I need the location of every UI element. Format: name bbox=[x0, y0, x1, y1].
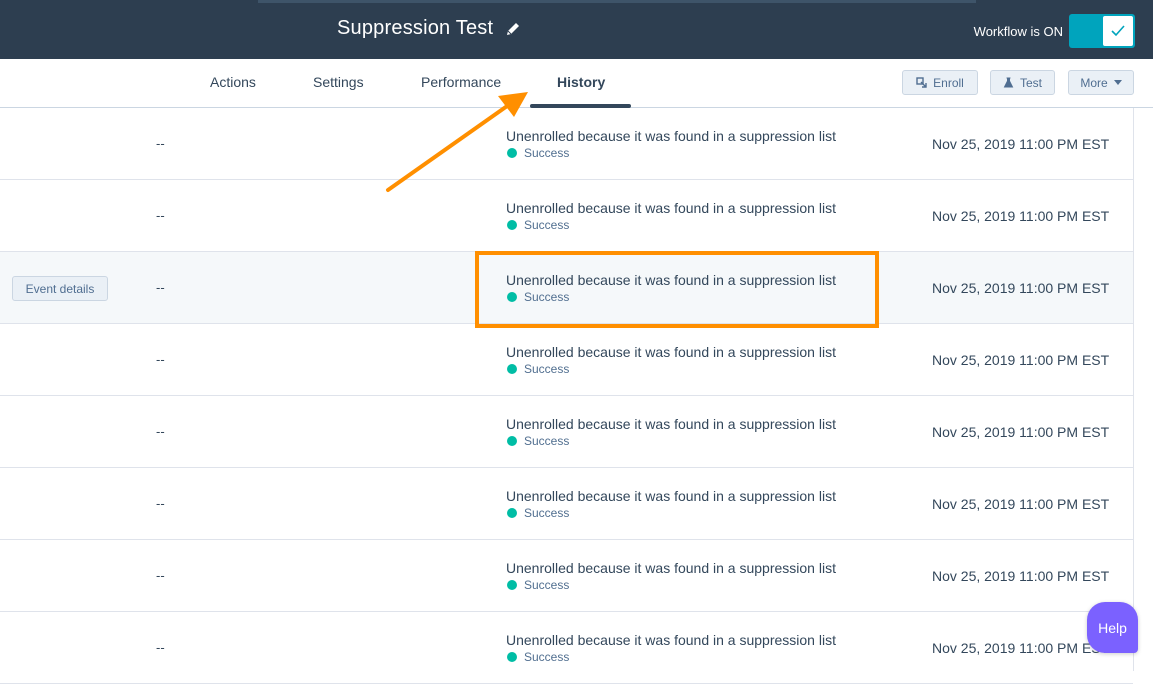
tab-settings[interactable]: Settings bbox=[313, 74, 364, 90]
more-button[interactable]: More bbox=[1068, 70, 1134, 95]
row-message: Unenrolled because it was found in a sup… bbox=[506, 560, 836, 576]
check-icon bbox=[1111, 25, 1125, 37]
scrollbar-track[interactable] bbox=[1133, 108, 1134, 671]
more-label: More bbox=[1080, 75, 1108, 90]
workflow-status-label: Workflow is ON bbox=[973, 23, 1063, 39]
history-row: -- Unenrolled because it was found in a … bbox=[0, 108, 1133, 180]
header-accent-strip bbox=[258, 0, 976, 3]
row-status: Success bbox=[507, 218, 569, 232]
history-row: -- Unenrolled because it was found in a … bbox=[0, 540, 1133, 612]
workflow-title-group: Suppression Test bbox=[337, 17, 521, 40]
row-status: Success bbox=[507, 434, 569, 448]
help-button[interactable]: Help bbox=[1087, 602, 1138, 653]
row-status: Success bbox=[507, 506, 569, 520]
row-placeholder: -- bbox=[156, 352, 165, 367]
row-date: Nov 25, 2019 11:00 PM EST bbox=[932, 280, 1110, 296]
row-status-label: Success bbox=[524, 362, 570, 376]
history-row: -- Unenrolled because it was found in a … bbox=[0, 180, 1133, 252]
tab-history[interactable]: History bbox=[557, 74, 605, 90]
success-dot-icon bbox=[507, 508, 517, 518]
success-dot-icon bbox=[507, 580, 517, 590]
event-details-button[interactable]: Event details bbox=[12, 276, 108, 301]
annotation-highlight-box bbox=[475, 251, 879, 328]
success-dot-icon bbox=[507, 436, 517, 446]
success-dot-icon bbox=[507, 364, 517, 374]
workflow-toggle[interactable] bbox=[1069, 14, 1135, 48]
workflow-title: Suppression Test bbox=[337, 17, 494, 39]
tab-bar: Actions Settings Performance History Enr… bbox=[0, 59, 1153, 108]
row-date: Nov 25, 2019 11:00 PM EST bbox=[932, 568, 1110, 584]
test-button[interactable]: Test bbox=[990, 70, 1055, 95]
row-status-label: Success bbox=[524, 578, 570, 592]
history-list: -- Unenrolled because it was found in a … bbox=[0, 108, 1133, 684]
row-message: Unenrolled because it was found in a sup… bbox=[506, 632, 836, 648]
row-message: Unenrolled because it was found in a sup… bbox=[506, 416, 836, 432]
row-date: Nov 25, 2019 11:00 PM EST bbox=[932, 352, 1110, 368]
flask-icon bbox=[1003, 77, 1014, 88]
row-status-label: Success bbox=[524, 218, 570, 232]
workflow-status-group: Workflow is ON bbox=[974, 14, 1135, 48]
success-dot-icon bbox=[507, 148, 517, 158]
row-status: Success bbox=[507, 650, 569, 664]
row-message: Unenrolled because it was found in a sup… bbox=[506, 200, 836, 216]
row-status: Success bbox=[507, 578, 569, 592]
success-dot-icon bbox=[507, 652, 517, 662]
toggle-knob bbox=[1103, 16, 1133, 46]
row-placeholder: -- bbox=[156, 496, 165, 511]
row-status-label: Success bbox=[524, 434, 570, 448]
row-status: Success bbox=[507, 362, 569, 376]
row-message: Unenrolled because it was found in a sup… bbox=[506, 128, 836, 144]
history-row: -- Unenrolled because it was found in a … bbox=[0, 324, 1133, 396]
row-message: Unenrolled because it was found in a sup… bbox=[506, 488, 836, 504]
pencil-icon[interactable] bbox=[505, 21, 521, 37]
test-label: Test bbox=[1019, 75, 1042, 90]
row-status: Success bbox=[507, 146, 569, 160]
tab-actions[interactable]: Actions bbox=[210, 74, 256, 90]
history-row: -- Unenrolled because it was found in a … bbox=[0, 468, 1133, 540]
enroll-icon bbox=[916, 77, 927, 88]
workflow-header: Suppression Test Workflow is ON bbox=[0, 0, 1153, 59]
row-placeholder: -- bbox=[156, 424, 165, 439]
row-date: Nov 25, 2019 11:00 PM EST bbox=[932, 208, 1110, 224]
enroll-button[interactable]: Enroll bbox=[902, 70, 978, 95]
row-placeholder: -- bbox=[156, 568, 165, 583]
row-status-label: Success bbox=[524, 650, 570, 664]
row-message: Unenrolled because it was found in a sup… bbox=[506, 344, 836, 360]
row-date: Nov 25, 2019 11:00 PM EST bbox=[932, 136, 1110, 152]
row-status-label: Success bbox=[524, 506, 570, 520]
row-placeholder: -- bbox=[156, 640, 165, 655]
success-dot-icon bbox=[507, 220, 517, 230]
row-placeholder: -- bbox=[156, 280, 165, 295]
row-status-label: Success bbox=[524, 146, 570, 160]
caret-down-icon bbox=[1113, 80, 1122, 85]
row-placeholder: -- bbox=[156, 136, 165, 151]
row-date: Nov 25, 2019 11:00 PM EST bbox=[932, 496, 1110, 512]
history-row: -- Unenrolled because it was found in a … bbox=[0, 612, 1133, 684]
tab-performance[interactable]: Performance bbox=[421, 74, 501, 90]
row-date: Nov 25, 2019 11:00 PM EST bbox=[932, 640, 1110, 656]
row-date: Nov 25, 2019 11:00 PM EST bbox=[932, 424, 1110, 440]
row-placeholder: -- bbox=[156, 208, 165, 223]
enroll-label: Enroll bbox=[933, 75, 964, 90]
history-row: -- Unenrolled because it was found in a … bbox=[0, 396, 1133, 468]
